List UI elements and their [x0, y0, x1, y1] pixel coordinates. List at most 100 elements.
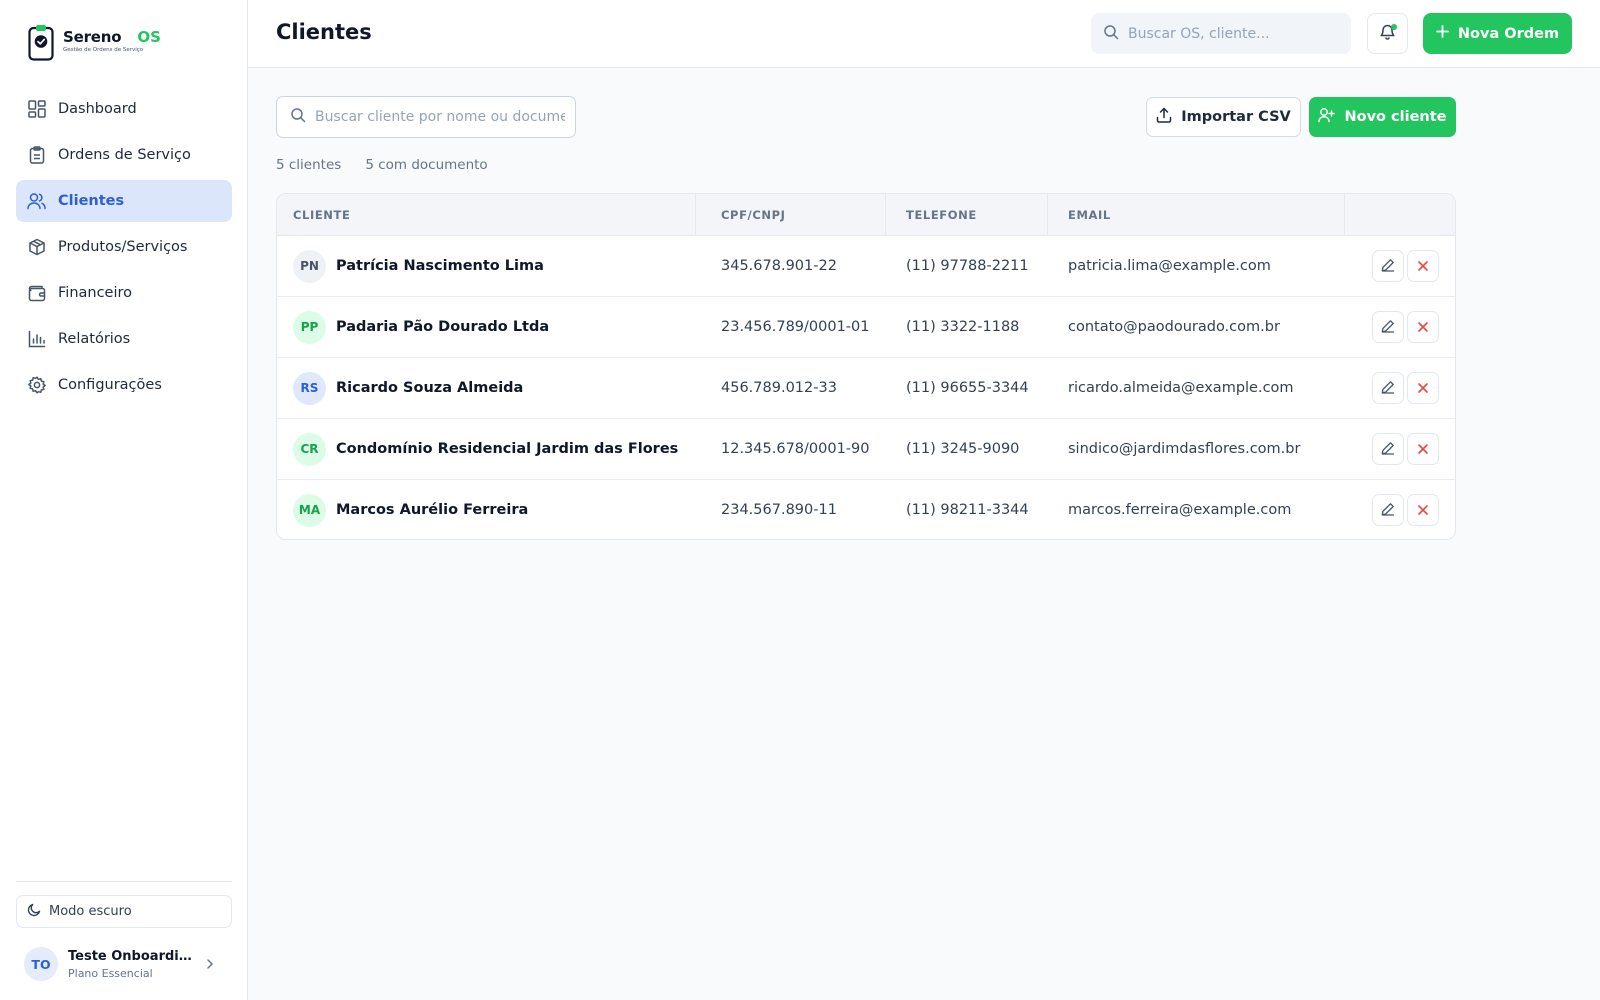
- table-row[interactable]: MA Marcos Aurélio Ferreira 234.567.890-1…: [277, 480, 1455, 539]
- plus-icon: [1436, 25, 1449, 42]
- table-header: CLIENTE CPF/CNPJ TELEFONE EMAIL: [277, 194, 1455, 236]
- sidebar-item-finance[interactable]: Financeiro: [16, 272, 232, 314]
- pencil-icon: [1381, 318, 1395, 337]
- sidebar-item-dashboard[interactable]: Dashboard: [16, 88, 232, 130]
- top-header: Clientes Nova Ordem: [248, 0, 1600, 68]
- new-client-button[interactable]: Novo cliente: [1309, 97, 1456, 137]
- client-document: 234.567.890-11: [721, 502, 837, 518]
- user-menu[interactable]: TO Teste Onboarding... Plano Essencial: [16, 942, 232, 986]
- sidebar-item-label: Configurações: [58, 377, 162, 393]
- dashboard-icon: [27, 100, 46, 119]
- import-csv-label: Importar CSV: [1181, 109, 1291, 125]
- client-avatar: PN: [293, 249, 326, 283]
- package-icon: [27, 238, 46, 257]
- client-email: contato@paodourado.com.br: [1068, 319, 1280, 335]
- sidebar-divider: [16, 881, 232, 882]
- gear-icon: [27, 376, 46, 395]
- pencil-icon: [1381, 257, 1395, 276]
- sidebar-nav: Dashboard Ordens de Serviço Clientes Pro…: [16, 88, 232, 410]
- brand-logo[interactable]: Sereno OS Gestão de Ordens de Serviço: [28, 22, 161, 62]
- client-search[interactable]: [276, 96, 576, 138]
- table-row[interactable]: RS Ricardo Souza Almeida 456.789.012-33 …: [277, 358, 1455, 419]
- client-name: Marcos Aurélio Ferreira: [336, 502, 529, 518]
- client-phone: (11) 98211-3344: [906, 502, 1029, 518]
- search-icon: [290, 107, 306, 127]
- client-avatar: CR: [293, 432, 326, 466]
- client-summary: 5 clientes 5 com documento: [276, 157, 488, 173]
- global-search[interactable]: [1091, 13, 1351, 54]
- upload-icon: [1156, 107, 1172, 127]
- table-row[interactable]: PP Padaria Pão Dourado Ltda 23.456.789/0…: [277, 297, 1455, 358]
- dark-mode-label: Modo escuro: [49, 904, 132, 919]
- sidebar: Sereno OS Gestão de Ordens de Serviço Das…: [0, 0, 248, 1000]
- with-document-count: 5 com documento: [365, 157, 488, 173]
- new-order-label: Nova Ordem: [1457, 25, 1560, 42]
- brand-tagline: Gestão de Ordens de Serviço: [63, 47, 144, 53]
- notification-dot: [1391, 24, 1397, 30]
- column-header-client[interactable]: CLIENTE: [293, 194, 350, 236]
- edit-button[interactable]: [1372, 494, 1404, 526]
- client-avatar: PP: [293, 310, 326, 344]
- search-icon: [1103, 24, 1119, 44]
- table-row[interactable]: PN Patrícia Nascimento Lima 345.678.901-…: [277, 236, 1455, 297]
- dark-mode-toggle[interactable]: Modo escuro: [16, 895, 232, 928]
- column-divider: [885, 194, 886, 236]
- edit-button[interactable]: [1372, 311, 1404, 343]
- brand-suffix: OS: [137, 28, 161, 46]
- client-avatar: RS: [293, 371, 326, 405]
- column-header-email[interactable]: EMAIL: [1068, 194, 1111, 236]
- column-divider: [1047, 194, 1048, 236]
- client-document: 456.789.012-33: [721, 380, 837, 396]
- pencil-icon: [1381, 440, 1395, 459]
- sidebar-item-reports[interactable]: Relatórios: [16, 318, 232, 360]
- delete-button[interactable]: [1407, 311, 1439, 343]
- delete-button[interactable]: [1407, 250, 1439, 282]
- client-document: 23.456.789/0001-01: [721, 319, 870, 335]
- client-phone: (11) 3322-1188: [906, 319, 1020, 335]
- column-header-document[interactable]: CPF/CNPJ: [721, 194, 786, 236]
- user-plus-icon: [1318, 107, 1336, 127]
- moon-icon: [27, 902, 41, 921]
- sidebar-item-clients[interactable]: Clientes: [16, 180, 232, 222]
- clipboard-check-logo-icon: [28, 24, 54, 61]
- pencil-icon: [1381, 379, 1395, 398]
- client-search-input[interactable]: [315, 109, 565, 125]
- column-divider: [695, 194, 696, 236]
- chevron-right-icon: [206, 955, 214, 974]
- clients-count: 5 clientes: [276, 157, 342, 173]
- avatar: TO: [24, 947, 58, 981]
- edit-button[interactable]: [1372, 250, 1404, 282]
- table-row[interactable]: CR Condomínio Residencial Jardim das Flo…: [277, 419, 1455, 480]
- page-title: Clientes: [276, 20, 372, 44]
- close-icon: [1417, 257, 1429, 276]
- close-icon: [1417, 318, 1429, 337]
- sidebar-item-label: Clientes: [58, 193, 125, 209]
- user-name: Teste Onboarding...: [68, 948, 198, 964]
- sidebar-item-label: Produtos/Serviços: [58, 239, 188, 255]
- client-name: Ricardo Souza Almeida: [336, 380, 524, 396]
- sidebar-item-settings[interactable]: Configurações: [16, 364, 232, 406]
- edit-button[interactable]: [1372, 433, 1404, 465]
- delete-button[interactable]: [1407, 372, 1439, 404]
- global-search-input[interactable]: [1128, 25, 1328, 42]
- column-header-phone[interactable]: TELEFONE: [906, 194, 977, 236]
- clients-table: CLIENTE CPF/CNPJ TELEFONE EMAIL PN Patrí…: [276, 193, 1456, 540]
- client-email: ricardo.almeida@example.com: [1068, 380, 1294, 396]
- client-document: 12.345.678/0001-90: [721, 441, 870, 457]
- close-icon: [1417, 501, 1429, 520]
- sidebar-item-label: Relatórios: [58, 331, 131, 347]
- import-csv-button[interactable]: Importar CSV: [1146, 97, 1301, 137]
- delete-button[interactable]: [1407, 494, 1439, 526]
- client-document: 345.678.901-22: [721, 258, 837, 274]
- new-order-button[interactable]: Nova Ordem: [1423, 13, 1572, 54]
- client-name: Patrícia Nascimento Lima: [336, 258, 544, 274]
- delete-button[interactable]: [1407, 433, 1439, 465]
- notifications-button[interactable]: [1367, 13, 1408, 54]
- edit-button[interactable]: [1372, 372, 1404, 404]
- sidebar-item-label: Ordens de Serviço: [58, 147, 191, 163]
- sidebar-item-service-orders[interactable]: Ordens de Serviço: [16, 134, 232, 176]
- sidebar-item-products[interactable]: Produtos/Serviços: [16, 226, 232, 268]
- column-divider: [1344, 194, 1345, 236]
- users-icon: [27, 192, 46, 211]
- user-plan: Plano Essencial: [68, 966, 153, 980]
